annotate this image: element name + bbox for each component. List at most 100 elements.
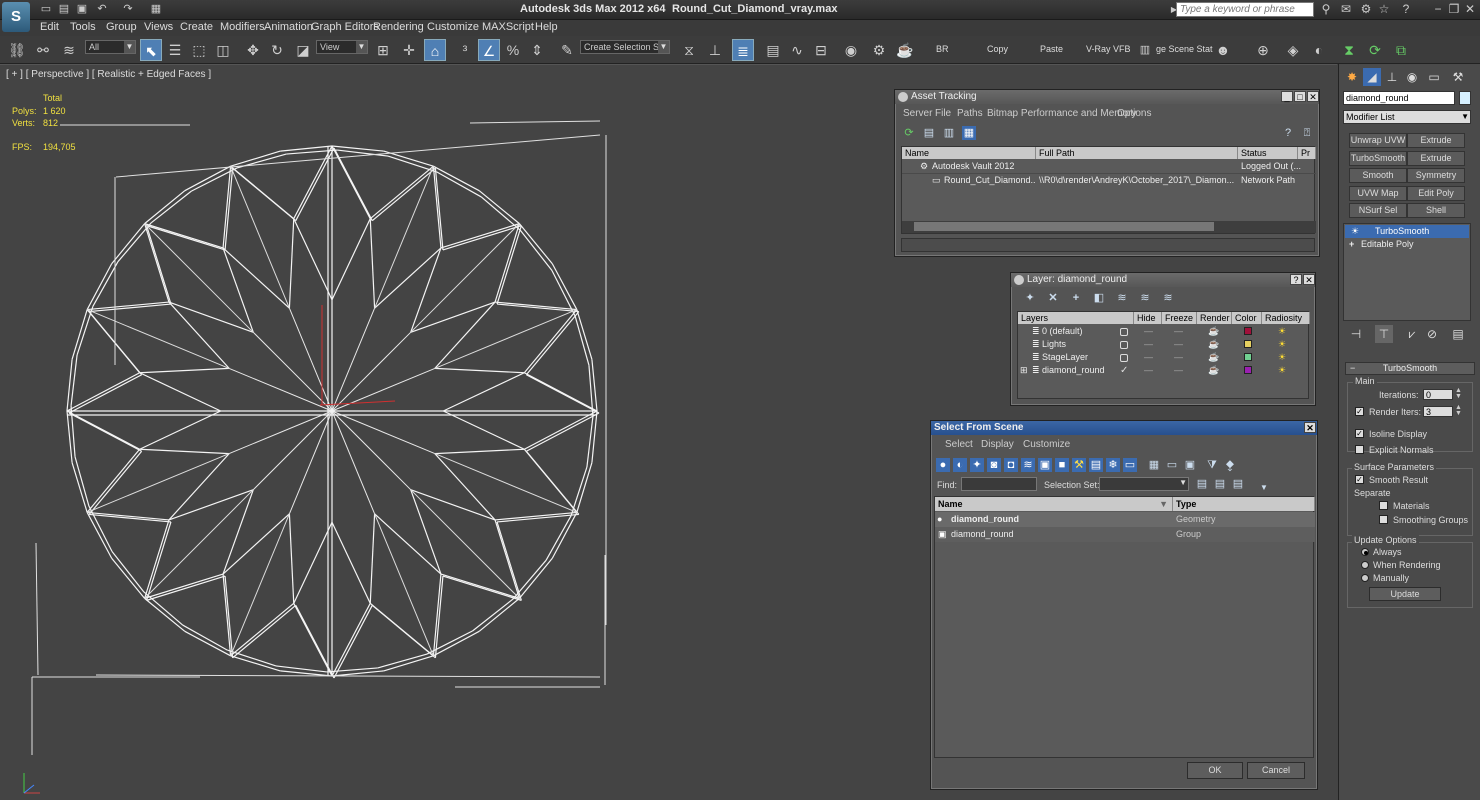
layer-active-toggle[interactable]: [1120, 328, 1128, 336]
create-layer-icon[interactable]: ✦: [1023, 291, 1037, 305]
make-unique-icon[interactable]: ⩗: [1403, 325, 1421, 343]
menu-edit[interactable]: Edit: [40, 21, 59, 33]
layer-manager-titlebar[interactable]: Layer: diamond_round ? ✕: [1011, 273, 1315, 287]
scene-menu-display[interactable]: Display: [981, 439, 1014, 450]
vray-icon[interactable]: ☻: [1212, 39, 1234, 61]
hide-toggle[interactable]: —: [1144, 325, 1153, 338]
bind-spacewarp-icon[interactable]: ≋: [58, 39, 80, 61]
object-color-swatch[interactable]: [1459, 91, 1471, 105]
uvw-map-button[interactable]: UVW Map: [1349, 186, 1407, 201]
expand-icon[interactable]: +: [1349, 238, 1354, 251]
asset-menu-bitmap[interactable]: Bitmap Performance and Memory: [987, 108, 1137, 119]
freeze-toggle[interactable]: —: [1174, 338, 1183, 351]
edit-named-selection-icon[interactable]: ✎: [556, 39, 578, 61]
scale-icon[interactable]: ◪: [292, 39, 314, 61]
extrude-button[interactable]: Extrude: [1407, 133, 1465, 148]
select-from-scene-titlebar[interactable]: Select From Scene ✕: [931, 421, 1317, 435]
filter-shapes-icon[interactable]: ◐: [953, 458, 967, 472]
modify-tab-icon[interactable]: ◢: [1363, 68, 1381, 86]
edit-poly-button[interactable]: Edit Poly: [1407, 186, 1465, 201]
toolbar-extra-5-icon[interactable]: ⟳: [1364, 39, 1386, 61]
iterations-spinner[interactable]: 0: [1423, 389, 1453, 400]
help-icon[interactable]: ?: [1281, 126, 1295, 140]
move-icon[interactable]: ✥: [242, 39, 264, 61]
exchange-icon[interactable]: ⚙: [1358, 2, 1374, 17]
col-status[interactable]: Status: [1238, 147, 1298, 159]
app-logo[interactable]: S: [2, 2, 30, 32]
list-view-icon[interactable]: ▤: [922, 126, 936, 140]
menu-views[interactable]: Views: [144, 21, 173, 33]
col-hide[interactable]: Hide: [1134, 312, 1162, 324]
filter-options-icon[interactable]: ⧪: [1223, 458, 1237, 472]
menu-rendering[interactable]: Rendering: [373, 21, 424, 33]
filter-cameras-icon[interactable]: ◙: [987, 458, 1001, 472]
layer-row[interactable]: ≣ 0 (default) — — ☕ ☀: [1018, 325, 1310, 338]
help-icon[interactable]: ?: [1290, 274, 1302, 285]
restore-icon[interactable]: ❐: [1446, 2, 1462, 17]
select-manipulate-icon[interactable]: ✛: [398, 39, 420, 61]
hierarchy-tab-icon[interactable]: ⊥: [1383, 68, 1401, 86]
filter-helpers-icon[interactable]: ◘: [1004, 458, 1018, 472]
maximize-icon[interactable]: □: [1294, 91, 1306, 102]
add-to-layer-icon[interactable]: +: [1069, 291, 1083, 305]
binoculars-icon[interactable]: ⚲: [1318, 2, 1334, 17]
schematic-view-icon[interactable]: ⊟: [810, 39, 832, 61]
render-frame-icon[interactable]: ☕: [894, 39, 916, 61]
modifier-list-dropdown[interactable]: Modifier List ▼: [1343, 110, 1471, 124]
toolbar-extra-2-icon[interactable]: ◈: [1282, 39, 1304, 61]
context-help-icon[interactable]: ⍰: [1300, 126, 1314, 140]
freeze-all-icon[interactable]: ≋: [1161, 291, 1175, 305]
angle-snap-icon[interactable]: ∠: [478, 39, 500, 61]
render-teapot-icon[interactable]: ☕: [1208, 351, 1219, 364]
render-teapot-icon[interactable]: ☕: [1208, 325, 1219, 338]
menu-animation[interactable]: Animation: [264, 21, 313, 33]
render-iters-spinner[interactable]: 3: [1423, 406, 1453, 417]
extrude-button-2[interactable]: Extrude: [1407, 151, 1465, 166]
unwrap-uvw-button[interactable]: Unwrap UVW: [1349, 133, 1407, 148]
spinner-snap-icon[interactable]: ⇕: [526, 39, 548, 61]
selection-filter-dropdown[interactable]: All ▼: [85, 40, 136, 54]
turbosmooth-rollout-title[interactable]: − TurboSmooth: [1345, 362, 1475, 375]
nsurf-sel-button[interactable]: NSurf Sel: [1349, 203, 1407, 218]
radiosity-icon[interactable]: ☀: [1278, 364, 1286, 377]
expand-arrow-icon[interactable]: ▼: [1257, 481, 1271, 495]
curve-editor-icon[interactable]: ∿: [786, 39, 808, 61]
link-icon[interactable]: ⛓: [6, 39, 28, 61]
close-icon[interactable]: ✕: [1303, 274, 1315, 285]
create-tab-icon[interactable]: ✸: [1343, 68, 1361, 86]
menu-modifiers[interactable]: Modifiers: [220, 21, 265, 33]
radiosity-icon[interactable]: ☀: [1278, 325, 1286, 338]
render-iters-checkbox[interactable]: ✓: [1355, 407, 1364, 416]
scene-states-icon[interactable]: ▥: [1134, 39, 1156, 61]
save-icon[interactable]: ▣: [74, 2, 90, 16]
layer-active-toggle[interactable]: [1120, 354, 1128, 362]
selection-set-dropdown[interactable]: ▼: [1099, 477, 1189, 491]
scrollbar-thumb[interactable]: [914, 222, 1214, 231]
col-render[interactable]: Render: [1197, 312, 1232, 324]
cancel-button[interactable]: Cancel: [1247, 762, 1305, 779]
menu-graph-editors[interactable]: Graph Editors: [311, 21, 379, 33]
remove-modifier-icon[interactable]: ⊘: [1423, 325, 1441, 343]
toolbar-extra-6-icon[interactable]: ⧉: [1390, 39, 1412, 61]
symmetry-button[interactable]: Symmetry: [1407, 168, 1465, 183]
freeze-toggle[interactable]: —: [1174, 364, 1183, 377]
col-full-path[interactable]: Full Path: [1036, 147, 1238, 159]
asset-menu-options[interactable]: Options: [1117, 108, 1151, 119]
hide-toggle[interactable]: —: [1144, 364, 1153, 377]
col-radiosity[interactable]: Radiosity: [1262, 312, 1310, 324]
spinner-arrows-icon[interactable]: ▲ ▼: [1455, 404, 1462, 417]
scene-states-button[interactable]: ge Scene Stat: [1156, 44, 1213, 54]
smooth-button[interactable]: Smooth: [1349, 168, 1407, 183]
filter-frozen-icon[interactable]: ❄: [1106, 458, 1120, 472]
ok-button[interactable]: OK: [1187, 762, 1243, 779]
new-file-icon[interactable]: ▭: [38, 2, 54, 16]
isoline-display-checkbox[interactable]: ✓: [1355, 429, 1364, 438]
layer-active-toggle[interactable]: [1120, 341, 1128, 349]
col-layers[interactable]: Layers: [1018, 312, 1134, 324]
percent-snap-icon[interactable]: %: [502, 39, 524, 61]
render-setup-icon[interactable]: ⚙: [868, 39, 890, 61]
scene-explorer-icon[interactable]: ▤: [762, 39, 784, 61]
asset-menu-file[interactable]: File: [935, 108, 951, 119]
minimize-icon[interactable]: _: [1281, 91, 1293, 102]
current-layer-check-icon[interactable]: ✓: [1120, 366, 1128, 376]
